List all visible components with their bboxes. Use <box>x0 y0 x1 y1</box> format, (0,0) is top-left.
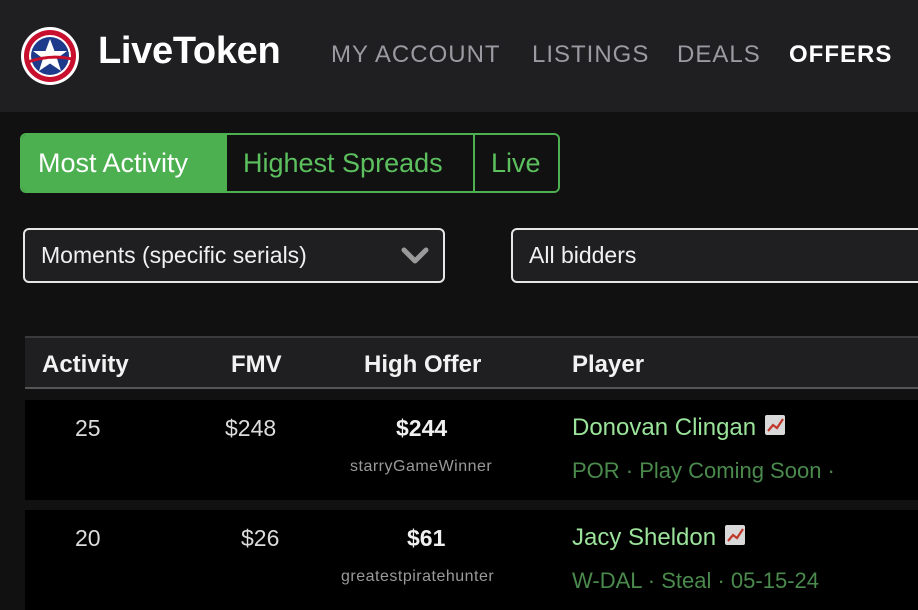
trending-chart-icon[interactable] <box>764 414 786 436</box>
high-offer-value: $61 <box>407 525 446 551</box>
logo-star-icon[interactable] <box>20 26 80 86</box>
col-high-offer[interactable]: High Offer <box>364 351 481 379</box>
player-meta: POR · Play Coming Soon · <box>572 458 835 483</box>
nav-deals[interactable]: DEALS <box>677 41 761 69</box>
fmv-value: $26 <box>241 525 280 551</box>
bidder-select[interactable]: All bidders <box>511 228 918 283</box>
tab-highest-spreads[interactable]: Highest Spreads <box>225 135 473 191</box>
col-fmv[interactable]: FMV <box>231 351 282 379</box>
table-header: Activity FMV High Offer Player <box>25 336 918 389</box>
player-name-text: Jacy Sheldon <box>572 524 717 551</box>
type-select-value: Moments (specific serials) <box>41 242 307 268</box>
table-row[interactable]: 25 $248 $244 starryGameWinner Donovan Cl… <box>25 400 918 500</box>
table-row[interactable]: 20 $26 $61 greatestpiratehunter Jacy She… <box>25 510 918 610</box>
tab-most-activity[interactable]: Most Activity <box>22 135 225 191</box>
nav-listings[interactable]: LISTINGS <box>532 41 649 69</box>
player-name[interactable]: Jacy Sheldon <box>572 524 746 552</box>
activity-value: 20 <box>75 525 101 551</box>
type-select[interactable]: Moments (specific serials) <box>23 228 445 283</box>
bidder-name[interactable]: greatestpiratehunter <box>341 568 494 586</box>
chevron-down-icon <box>401 247 429 264</box>
bidder-select-value: All bidders <box>529 242 637 268</box>
player-meta: W-DAL · Steal · 05-15-24 <box>572 568 819 593</box>
tab-live[interactable]: Live <box>473 135 558 191</box>
nav-offers[interactable]: OFFERS <box>789 41 892 69</box>
player-name[interactable]: Donovan Clingan <box>572 414 786 442</box>
sort-tabs: Most Activity Highest Spreads Live <box>20 133 560 193</box>
player-name-text: Donovan Clingan <box>572 414 757 441</box>
trending-chart-icon[interactable] <box>724 524 746 546</box>
high-offer-value: $244 <box>396 415 448 441</box>
activity-value: 25 <box>75 415 101 441</box>
nav-my-account[interactable]: MY ACCOUNT <box>331 41 501 69</box>
brand-name[interactable]: LiveToken <box>98 30 281 73</box>
col-player[interactable]: Player <box>572 351 644 379</box>
col-activity[interactable]: Activity <box>42 351 129 379</box>
bidder-name[interactable]: starryGameWinner <box>350 458 492 476</box>
top-header: LiveToken MY ACCOUNT LISTINGS DEALS OFFE… <box>0 0 918 112</box>
fmv-value: $248 <box>225 415 277 441</box>
